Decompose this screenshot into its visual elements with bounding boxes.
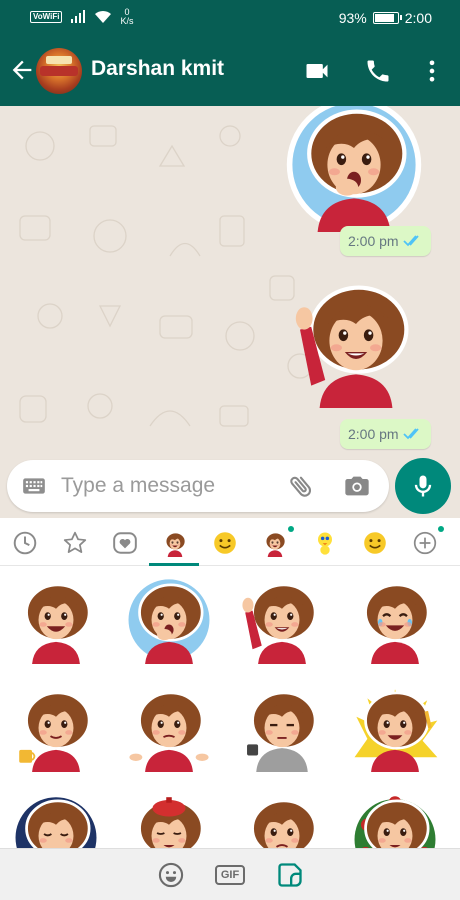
signal-icon bbox=[71, 10, 86, 23]
tab-recent[interactable] bbox=[10, 528, 40, 558]
video-call-icon[interactable] bbox=[303, 57, 331, 85]
sticker-girl-sick[interactable] bbox=[123, 788, 223, 848]
mic-button[interactable] bbox=[395, 458, 451, 514]
chat-area[interactable]: 2:00 pm 2:00 pm bbox=[0, 106, 460, 518]
camera-icon[interactable] bbox=[343, 472, 371, 500]
gif-button[interactable]: GIF bbox=[215, 865, 245, 885]
sticker-panel bbox=[0, 518, 460, 848]
emoji-icon[interactable] bbox=[157, 861, 185, 889]
new-indicator-dot bbox=[288, 526, 294, 532]
sticker-girl-shrugging[interactable] bbox=[123, 680, 223, 780]
mic-icon bbox=[414, 475, 432, 497]
message-sticker-girl-yawning[interactable] bbox=[284, 106, 424, 237]
message-sticker-girl-waving[interactable] bbox=[286, 268, 426, 413]
message-time: 2:00 pm bbox=[340, 419, 431, 449]
tab-smiley-pack[interactable] bbox=[210, 528, 240, 558]
battery-icon bbox=[372, 12, 402, 24]
clock-time: 2:00 bbox=[404, 10, 432, 26]
more-options-icon[interactable] bbox=[418, 57, 446, 85]
network-badge: VoWiFi bbox=[30, 11, 63, 23]
tab-add[interactable] bbox=[410, 528, 440, 558]
status-bar: VoWiFi 0 K/s 93% 2:00 bbox=[0, 0, 460, 36]
wifi-icon bbox=[95, 10, 112, 23]
sticker-girl-yawning[interactable] bbox=[123, 572, 223, 672]
sticker-grid bbox=[0, 566, 460, 848]
time-text: 2:00 pm bbox=[348, 233, 399, 249]
back-arrow-icon[interactable] bbox=[8, 56, 36, 84]
sticker-icon[interactable] bbox=[276, 861, 304, 889]
message-time: 2:00 pm bbox=[340, 226, 431, 256]
tab-love[interactable] bbox=[110, 528, 140, 558]
tab-smiley-pack-2[interactable] bbox=[360, 528, 390, 558]
message-box[interactable] bbox=[7, 460, 389, 512]
media-switcher: GIF bbox=[0, 848, 460, 900]
star-icon bbox=[62, 530, 88, 556]
tab-tweety-pack[interactable] bbox=[310, 528, 340, 558]
keyboard-icon[interactable] bbox=[21, 473, 47, 499]
tab-favorites[interactable] bbox=[60, 528, 90, 558]
avatar[interactable] bbox=[36, 48, 82, 94]
tab-girl-pack[interactable] bbox=[160, 528, 190, 558]
new-indicator-dot bbox=[438, 526, 444, 532]
sticker-girl-celebrating[interactable] bbox=[349, 680, 449, 780]
gif-label: GIF bbox=[220, 869, 240, 881]
bird-sticker-icon bbox=[311, 529, 339, 557]
sticker-girl-waving[interactable] bbox=[236, 572, 336, 672]
sticker-tabs bbox=[0, 518, 460, 566]
clock-icon bbox=[12, 530, 38, 556]
sticker-girl-crying-laughing[interactable] bbox=[349, 572, 449, 672]
message-input[interactable] bbox=[61, 470, 281, 502]
sticker-girl-worried[interactable] bbox=[236, 788, 336, 848]
heart-icon bbox=[112, 530, 138, 556]
girl-sticker-icon bbox=[161, 529, 189, 557]
sticker-girl-sleeping[interactable] bbox=[10, 788, 110, 848]
girl-sticker-icon bbox=[261, 529, 289, 557]
sticker-girl-roses[interactable] bbox=[349, 788, 449, 848]
chat-header: Darshan kmit bbox=[0, 36, 460, 106]
read-ticks-icon bbox=[402, 428, 419, 440]
sticker-girl-laughing[interactable] bbox=[10, 572, 110, 672]
net-speed: 0 K/s bbox=[120, 7, 134, 26]
contact-name[interactable]: Darshan kmit bbox=[91, 57, 224, 81]
add-icon bbox=[412, 530, 438, 556]
smiley-sticker-icon bbox=[361, 529, 389, 557]
battery-percent: 93% bbox=[338, 10, 367, 26]
attach-icon[interactable] bbox=[287, 472, 315, 500]
sticker-girl-coffee[interactable] bbox=[10, 680, 110, 780]
voice-call-icon[interactable] bbox=[364, 57, 392, 85]
sticker-girl-tired-hoodie[interactable] bbox=[236, 680, 336, 780]
read-ticks-icon bbox=[402, 235, 419, 247]
smiley-sticker-icon bbox=[211, 529, 239, 557]
tab-girl-pack-2[interactable] bbox=[260, 528, 290, 558]
time-text: 2:00 pm bbox=[348, 426, 399, 442]
